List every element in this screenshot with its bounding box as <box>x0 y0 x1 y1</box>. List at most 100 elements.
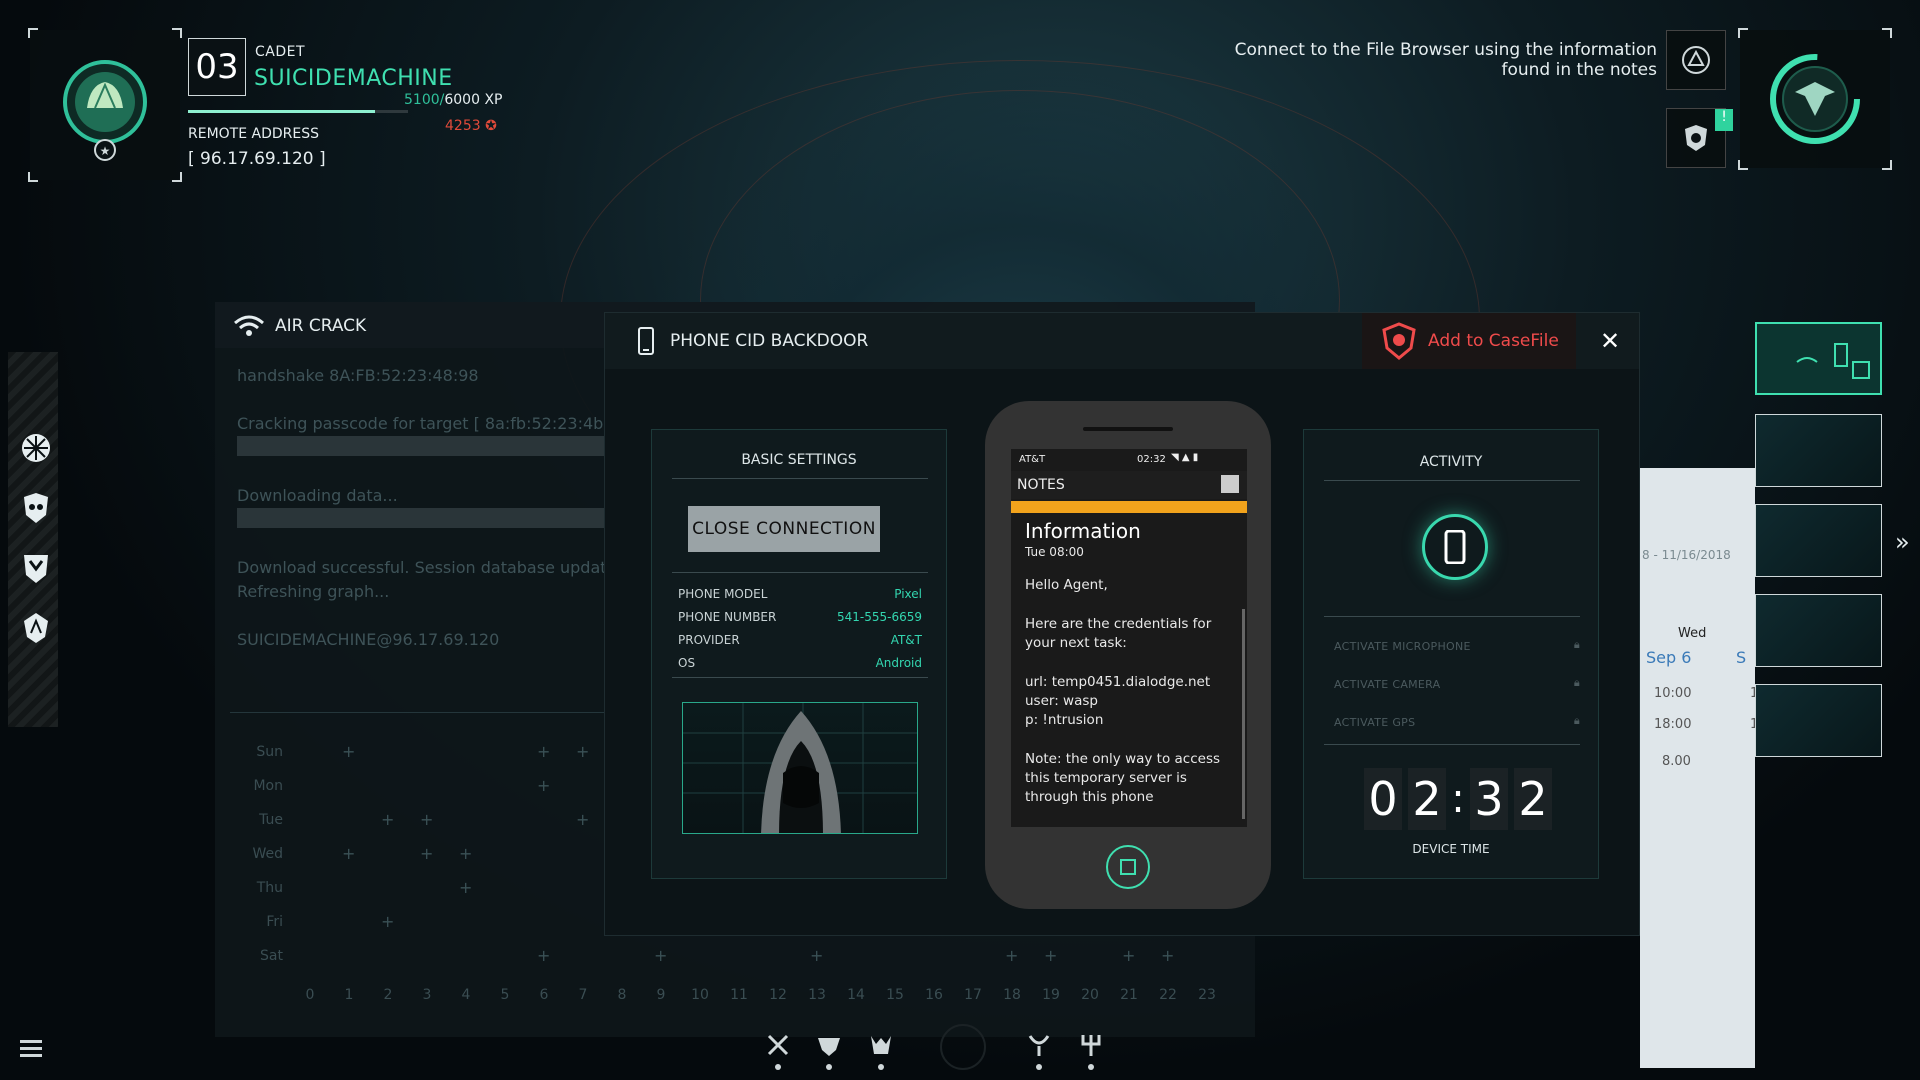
calendar-window-background: 8 - 11/16/2018 Wed Sep 6 S 10:00 18:00 8… <box>1640 468 1758 1068</box>
device-activity-indicator <box>1422 514 1488 580</box>
sidebar-item-network[interactable] <box>18 430 54 466</box>
activate-camera[interactable]: ACTIVATE CAMERA 🔒︎ <box>1334 676 1580 691</box>
activity-mark: + <box>381 912 395 931</box>
log-line: Downloading data... <box>237 486 398 505</box>
dock-item-wolf[interactable] <box>866 1030 896 1060</box>
activity-mark: + <box>576 810 590 829</box>
activity-mark: + <box>1122 946 1136 965</box>
sidebar-item-crest[interactable] <box>18 550 54 586</box>
trident-icon <box>1081 1035 1101 1056</box>
crest-icon <box>818 1038 840 1056</box>
hamburger-menu-icon[interactable] <box>20 1040 42 1061</box>
xp-progress-bar <box>188 110 408 113</box>
phone-screen[interactable]: AT&T 02:32 ◥ ▲ ▮ NOTES Information Tue 0… <box>1011 449 1247 827</box>
day-label: Wed <box>252 846 283 862</box>
activity-mark: + <box>342 742 356 761</box>
day-label: Thu <box>256 880 283 896</box>
checker-shield-icon <box>24 555 48 583</box>
dock-item-tools[interactable] <box>763 1030 793 1060</box>
basic-settings-title: BASIC SETTINGS <box>741 452 857 468</box>
device-time-label: DEVICE TIME <box>1412 842 1490 856</box>
day-label: Sun <box>256 744 283 760</box>
close-window-button[interactable]: ✕ <box>1600 327 1620 355</box>
remote-address-value: [ 96.17.69.120 ] <box>188 149 326 169</box>
mission-button[interactable] <box>1666 30 1726 90</box>
thumbnail-window[interactable] <box>1755 414 1882 487</box>
activity-mark: + <box>381 810 395 829</box>
hour-label: 8 <box>617 987 627 1003</box>
log-line: Download successful. Session database up… <box>237 558 617 577</box>
phone-speaker <box>1083 427 1173 431</box>
hour-label: 16 <box>925 987 943 1003</box>
day-label: Sat <box>260 948 283 964</box>
hour-label: 22 <box>1159 987 1177 1003</box>
activate-gps[interactable]: ACTIVATE GPS 🔒︎ <box>1334 714 1580 729</box>
hour-label: 5 <box>500 987 510 1003</box>
phone-cid-title: PHONE CID BACKDOOR <box>670 331 869 351</box>
phone-model-row: PHONE MODEL Pixel <box>678 587 922 601</box>
thumbnail-window[interactable] <box>1755 594 1882 667</box>
dock-item-trident[interactable] <box>1076 1030 1106 1060</box>
emblem-icon <box>24 613 48 643</box>
player-avatar[interactable]: ★ <box>28 28 182 182</box>
close-connection-button[interactable]: CLOSE CONNECTION <box>688 506 880 552</box>
rank-emblem-icon: ★ <box>63 60 147 161</box>
lock-icon: 🔒︎ <box>1573 714 1580 727</box>
note-scrollbar[interactable] <box>1242 609 1245 819</box>
dock-indicator <box>1036 1064 1042 1070</box>
dock-center-button[interactable] <box>940 1024 986 1070</box>
phone-cid-header[interactable]: PHONE CID BACKDOOR Add to CaseFile ✕ <box>605 313 1639 369</box>
wolf-icon <box>871 1036 891 1054</box>
activity-mark: + <box>537 946 551 965</box>
activity-mark: + <box>810 946 824 965</box>
log-line: Refreshing graph... <box>237 582 390 601</box>
notes-app-bar: NOTES <box>1011 471 1247 499</box>
mission-icon <box>1682 46 1710 74</box>
shield-skull-icon <box>1685 125 1707 151</box>
level-box: 03 <box>188 38 246 96</box>
log-line: handshake 8A:FB:52:23:48:98 <box>237 366 479 385</box>
agency-badge[interactable] <box>1738 28 1892 170</box>
hour-label: 18 <box>1003 987 1021 1003</box>
activity-mark: + <box>576 742 590 761</box>
fork-icon <box>1028 1035 1050 1056</box>
phone-icon <box>638 327 654 355</box>
dock-item-fork[interactable] <box>1024 1030 1054 1060</box>
sidebar-item-emblem[interactable] <box>18 610 54 646</box>
remote-address-label: REMOTE ADDRESS <box>188 126 320 142</box>
hour-label: 10 <box>691 987 709 1003</box>
phone-status-bar: AT&T 02:32 ◥ ▲ ▮ <box>1019 452 1199 465</box>
wifi-icon <box>234 315 264 336</box>
activity-title: ACTIVITY <box>1419 454 1483 470</box>
sidebar-item-skull[interactable] <box>18 490 54 526</box>
chevron-right-icon[interactable]: » <box>1895 528 1910 556</box>
activate-microphone[interactable]: ACTIVATE MICROPHONE 🔒︎ <box>1334 638 1580 653</box>
alerts-button[interactable]: ! <box>1666 108 1733 168</box>
add-casefile-button[interactable]: Add to CaseFile <box>1362 313 1576 369</box>
activity-mark: + <box>420 810 434 829</box>
thumbnail-phone-cid[interactable] <box>1755 322 1882 395</box>
activity-mark: + <box>1161 946 1175 965</box>
activity-mark: + <box>420 844 434 863</box>
thumbnail-window[interactable] <box>1755 684 1882 757</box>
progress-bar <box>237 508 617 528</box>
os-row: OS Android <box>678 656 922 670</box>
activity-panel: ACTIVITY ACTIVATE MICROPHONE 🔒︎ ACTIVATE … <box>1303 429 1599 879</box>
activity-mark: + <box>537 742 551 761</box>
notes-accent-bar <box>1011 501 1247 513</box>
phone-number-row: PHONE NUMBER 541-555-6659 <box>678 610 922 624</box>
username: SUICIDEMACHINE <box>254 66 453 91</box>
phone-home-button[interactable] <box>1106 845 1150 889</box>
notes-menu-icon[interactable] <box>1221 475 1239 493</box>
hour-label: 19 <box>1042 987 1060 1003</box>
hour-label: 12 <box>769 987 787 1003</box>
phone-cid-window: PHONE CID BACKDOOR Add to CaseFile ✕ BAS… <box>604 312 1640 936</box>
dock-item-crest[interactable] <box>814 1030 844 1060</box>
credits-icon: ✪ <box>485 118 497 134</box>
dock-indicator <box>1088 1064 1094 1070</box>
hour-label: 2 <box>383 987 393 1003</box>
hour-label: 0 <box>305 987 315 1003</box>
thumbnail-window[interactable] <box>1755 504 1882 577</box>
hour-label: 9 <box>656 987 666 1003</box>
hour-label: 11 <box>730 987 748 1003</box>
